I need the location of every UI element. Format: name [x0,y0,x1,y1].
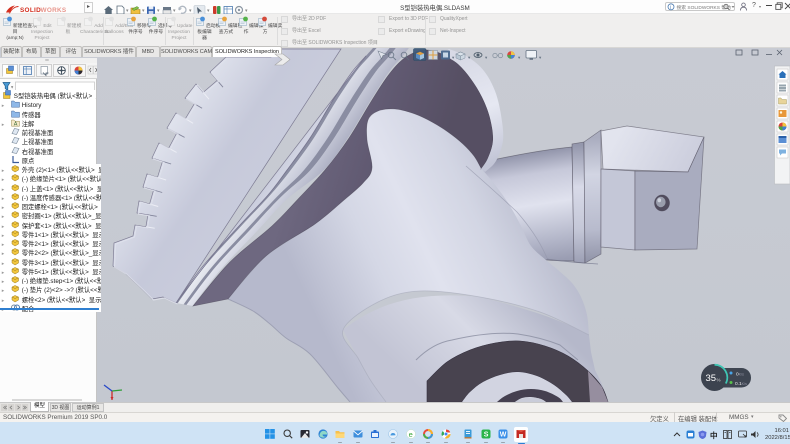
svg-text:%: % [717,378,721,383]
svg-text:SOLID: SOLID [20,7,41,14]
svg-text:WORKS: WORKS [41,7,67,14]
svg-text:i: i [670,5,671,11]
svg-text:搜索 SOLIDWORKS 帮助: 搜索 SOLIDWORKS 帮助 [677,4,732,11]
svg-text:▾: ▾ [11,85,14,90]
svg-text:e: e [408,430,412,439]
svg-text:W: W [500,432,507,439]
svg-text:S: S [483,432,488,439]
svg-text:A: A [14,121,18,127]
svg-text:35: 35 [706,373,717,384]
